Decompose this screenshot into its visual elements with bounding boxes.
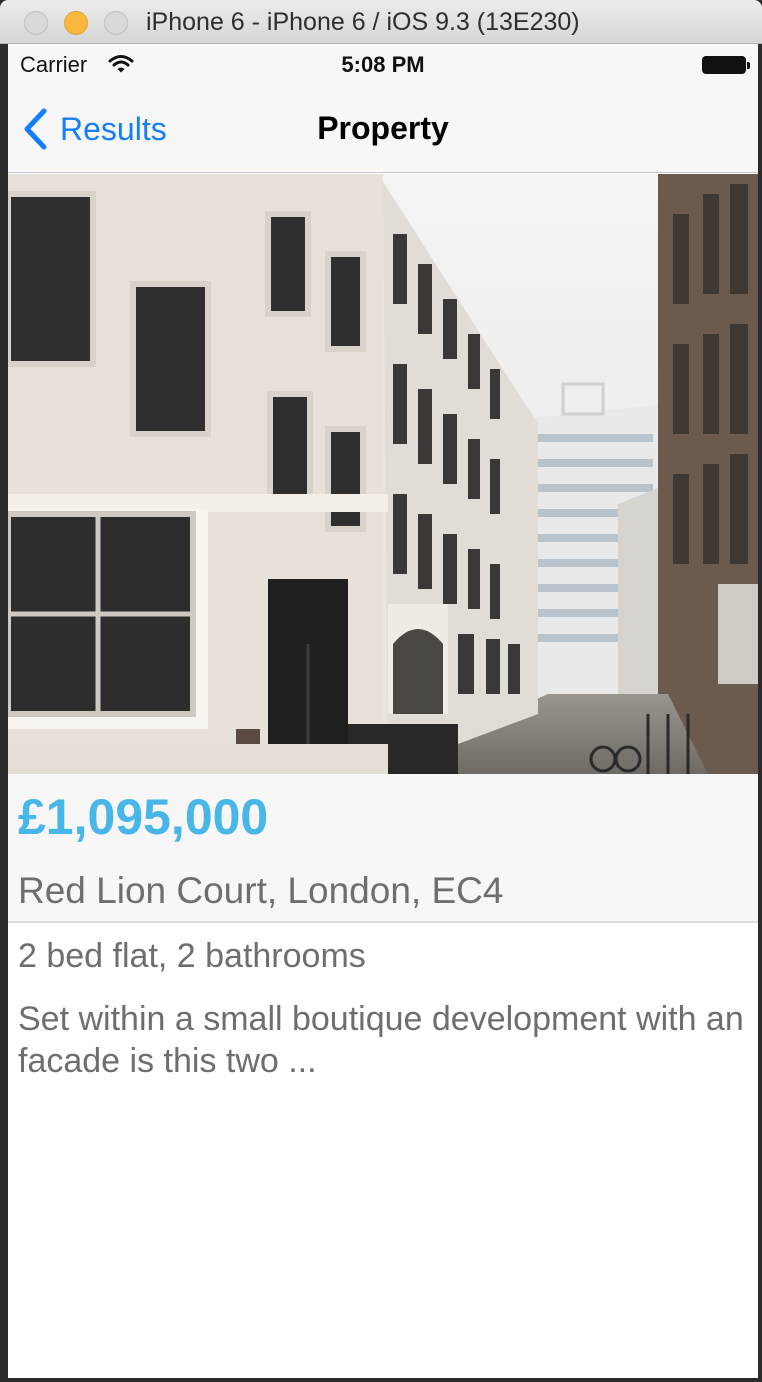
- navigation-bar: Results Property: [8, 84, 758, 173]
- status-bar: Carrier 5:08 PM: [8, 44, 758, 84]
- window-title: iPhone 6 - iPhone 6 / iOS 9.3 (13E230): [146, 8, 580, 36]
- property-photo-image: [8, 174, 758, 774]
- property-address: Red Lion Court, London, EC4: [18, 870, 504, 911]
- window-titlebar[interactable]: iPhone 6 - iPhone 6 / iOS 9.3 (13E230): [0, 0, 762, 44]
- page-title: Property: [317, 110, 449, 146]
- close-window-button[interactable]: [24, 11, 48, 35]
- property-description: Set within a small boutique development …: [18, 1000, 744, 1080]
- battery-icon: [702, 56, 750, 74]
- property-price: £1,095,000: [18, 789, 269, 845]
- property-summary: 2 bed flat, 2 bathrooms: [18, 937, 366, 975]
- minimize-window-button[interactable]: [64, 11, 88, 35]
- status-time: 5:08 PM: [341, 52, 425, 77]
- price-section: £1,095,000 Red Lion Court, London, EC4: [8, 774, 758, 923]
- property-photo: [8, 174, 758, 774]
- zoom-window-button[interactable]: [104, 11, 128, 35]
- device-screen: Carrier 5:08 PM Results Property £1,095,…: [8, 44, 758, 1378]
- simulator-window: iPhone 6 - iPhone 6 / iOS 9.3 (13E230) C…: [0, 0, 762, 1382]
